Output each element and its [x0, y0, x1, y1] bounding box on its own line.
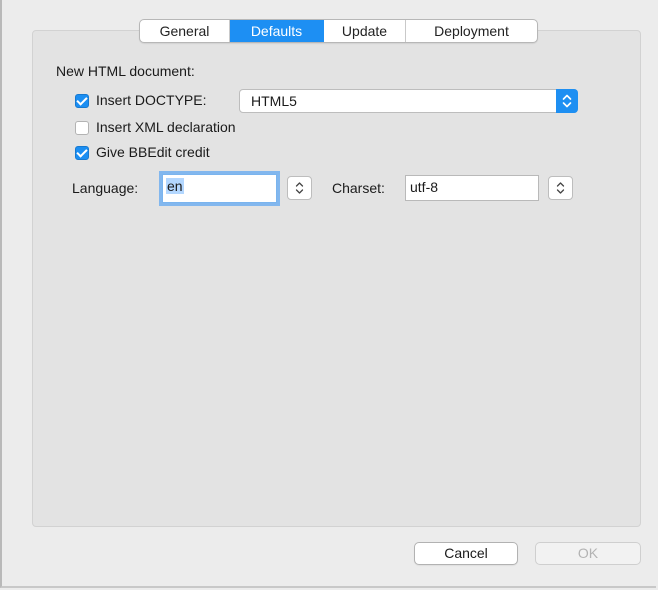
checkmark-icon: [76, 146, 88, 158]
charset-label: Charset:: [332, 180, 385, 196]
checkmark-icon: [76, 94, 88, 106]
language-field[interactable]: en: [162, 174, 277, 203]
insert-xml-checkbox[interactable]: [75, 121, 89, 135]
up-down-chevron-icon: [556, 182, 565, 194]
bbedit-credit-checkbox[interactable]: [75, 146, 89, 160]
tab-deployment[interactable]: Deployment: [406, 20, 537, 42]
insert-xml-label: Insert XML declaration: [96, 119, 236, 135]
language-stepper[interactable]: [287, 176, 312, 200]
charset-value: utf-8: [410, 179, 439, 195]
language-label: Language:: [72, 180, 139, 196]
up-down-chevron-icon: [556, 89, 578, 113]
charset-stepper[interactable]: [548, 176, 573, 200]
insert-doctype-checkbox[interactable]: [75, 94, 89, 108]
doctype-popup[interactable]: HTML5: [239, 89, 578, 113]
tab-update[interactable]: Update: [324, 20, 406, 42]
doctype-popup-value: HTML5: [251, 93, 297, 109]
language-value: en: [166, 178, 184, 194]
insert-doctype-label: Insert DOCTYPE:: [96, 92, 207, 108]
tab-bar: General Defaults Update Deployment: [139, 19, 538, 43]
section-title: New HTML document:: [56, 63, 195, 79]
bbedit-credit-label: Give BBEdit credit: [96, 144, 210, 160]
charset-field[interactable]: utf-8: [405, 175, 539, 201]
up-down-chevron-icon: [295, 182, 304, 194]
ok-button[interactable]: OK: [535, 542, 641, 565]
tab-general[interactable]: General: [140, 20, 230, 42]
tab-defaults[interactable]: Defaults: [230, 20, 324, 42]
cancel-button[interactable]: Cancel: [414, 542, 518, 565]
